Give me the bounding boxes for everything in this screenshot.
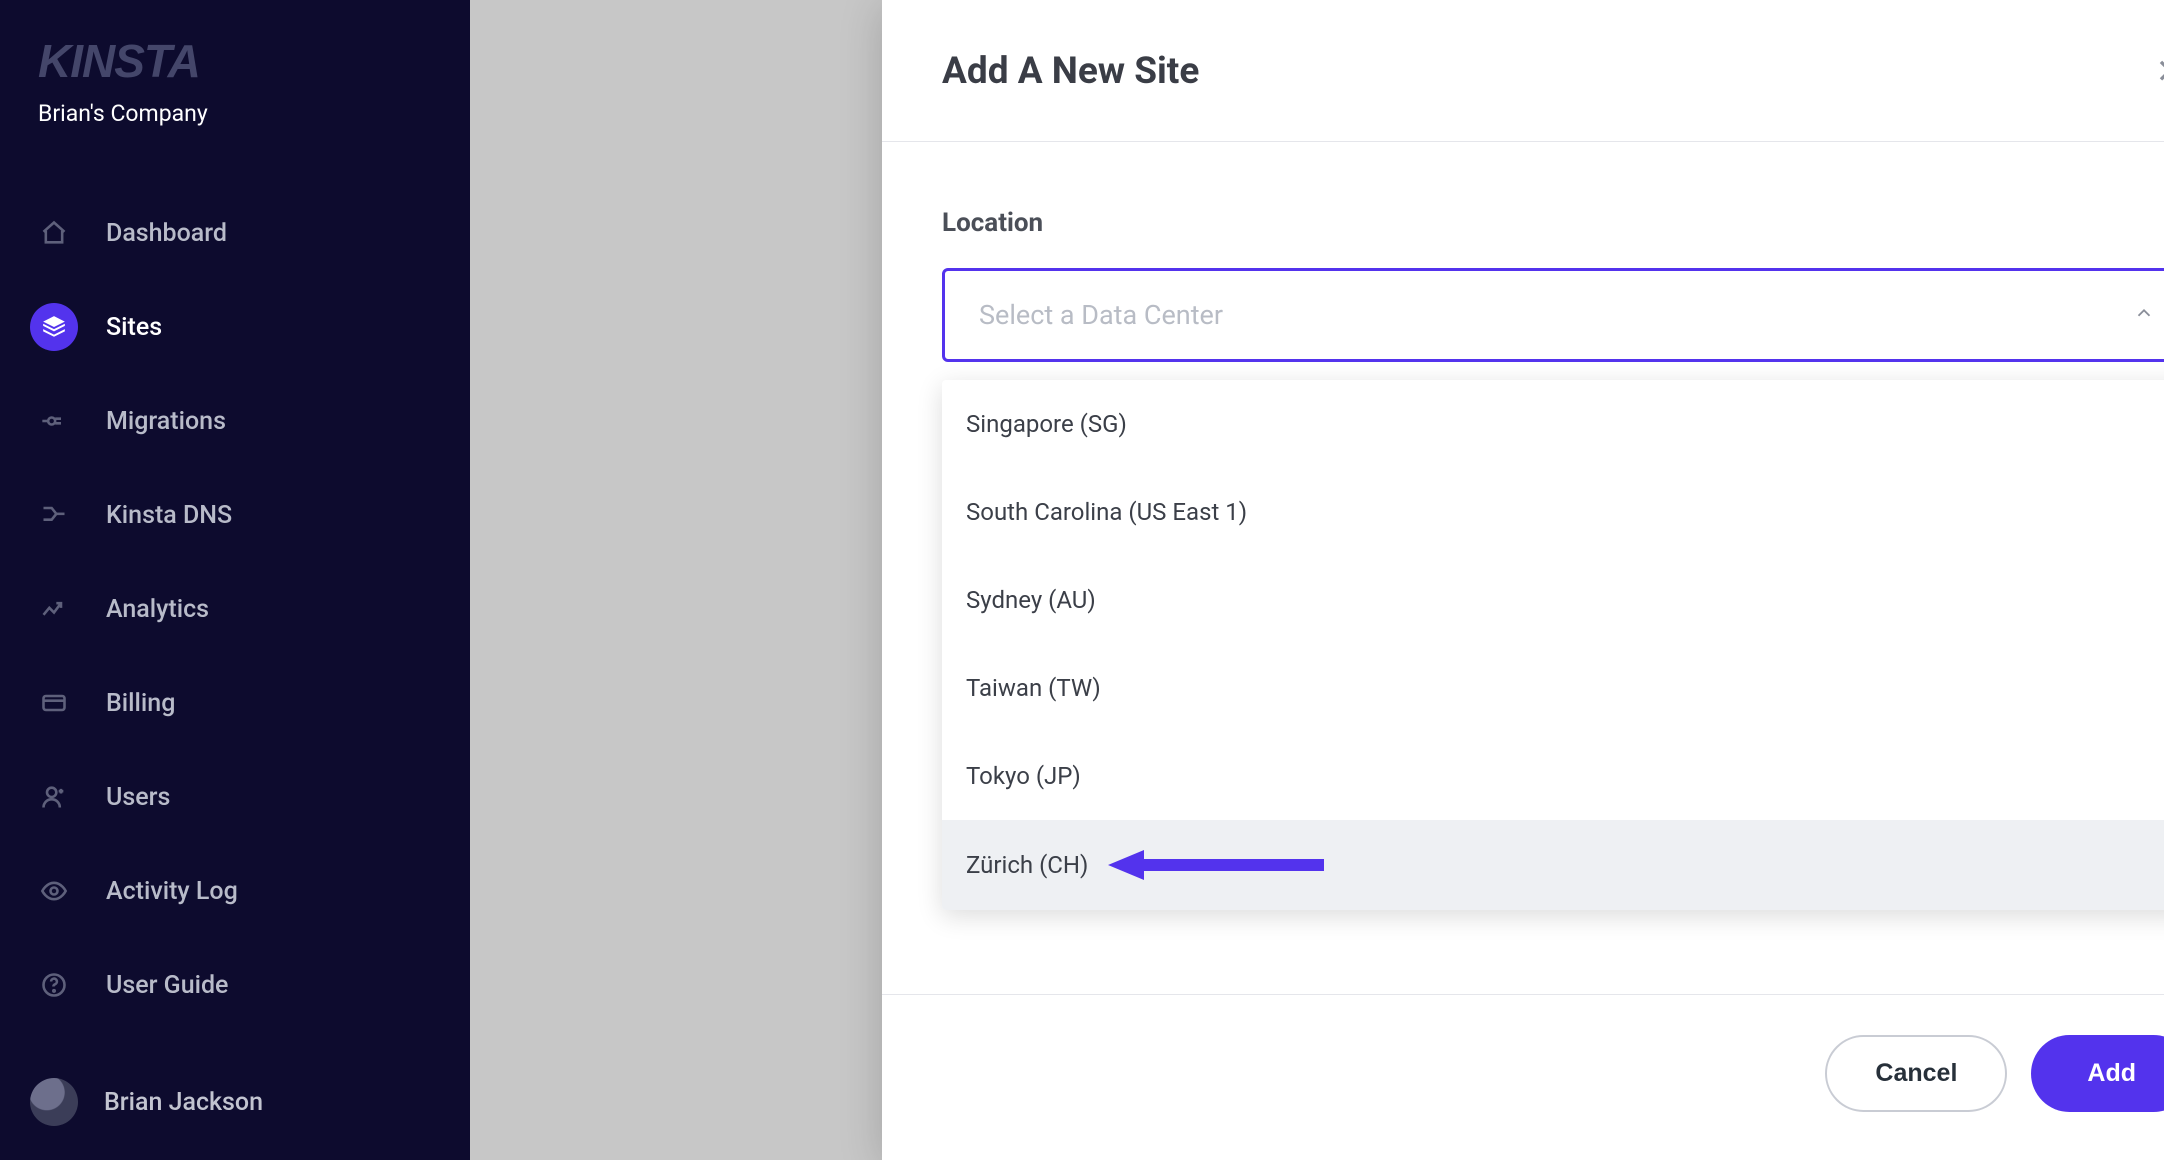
arrow-left-icon: [1108, 850, 1328, 880]
add-site-modal: Add A New Site ✕ Location Select a Data …: [882, 0, 2164, 1160]
option-label: Singapore (SG): [966, 410, 1127, 438]
card-icon: [30, 679, 78, 727]
eye-icon: [30, 867, 78, 915]
dropdown-option[interactable]: Sydney (AU): [942, 556, 2164, 644]
modal-title: Add A New Site: [942, 50, 1199, 93]
route-icon: [30, 491, 78, 539]
add-button[interactable]: Add: [2031, 1035, 2164, 1112]
dropdown-option[interactable]: Zürich (CH): [942, 820, 2164, 910]
sidebar-item-users[interactable]: Users: [0, 751, 470, 843]
cancel-button[interactable]: Cancel: [1825, 1035, 2007, 1112]
company-name: Brian's Company: [0, 100, 470, 167]
avatar: [30, 1078, 78, 1126]
option-label: Taiwan (TW): [966, 674, 1101, 702]
main-content: Add Site Export to CSV DISK USAGE 981.94…: [470, 0, 2164, 1160]
sidebar-item-label: Users: [106, 783, 170, 812]
sidebar-item-label: Kinsta DNS: [106, 501, 232, 530]
sidebar-item-billing[interactable]: Billing: [0, 657, 470, 749]
sidebar-item-migrations[interactable]: Migrations: [0, 375, 470, 467]
dropdown-option[interactable]: Tokyo (JP): [942, 732, 2164, 820]
option-label: Tokyo (JP): [966, 762, 1081, 790]
sidebar-item-dashboard[interactable]: Dashboard: [0, 187, 470, 279]
sidebar-item-guide[interactable]: User Guide: [0, 939, 470, 1031]
sidebar-item-label: Billing: [106, 689, 175, 718]
sidebar-item-label: Sites: [106, 313, 162, 342]
plug-icon: [30, 397, 78, 445]
option-label: Zürich (CH): [966, 851, 1088, 879]
select-placeholder: Select a Data Center: [979, 299, 1223, 331]
chevron-up-icon: [2133, 302, 2155, 328]
datacenter-select[interactable]: Select a Data Center: [942, 268, 2164, 362]
user-plus-icon: [30, 773, 78, 821]
user-name: Brian Jackson: [104, 1088, 263, 1117]
option-label: Sydney (AU): [966, 586, 1096, 614]
dropdown-option[interactable]: Taiwan (TW): [942, 644, 2164, 732]
layers-icon: [30, 303, 78, 351]
help-icon: [30, 961, 78, 1009]
sidebar-item-dns[interactable]: Kinsta DNS: [0, 469, 470, 561]
datacenter-dropdown: Singapore (SG) South Carolina (US East 1…: [942, 380, 2164, 910]
sidebar-item-label: Analytics: [106, 595, 209, 624]
dropdown-option[interactable]: Singapore (SG): [942, 380, 2164, 468]
sidebar-item-label: Dashboard: [106, 219, 227, 248]
sidebar-item-analytics[interactable]: Analytics: [0, 563, 470, 655]
close-icon[interactable]: ✕: [2156, 52, 2164, 92]
house-icon: [30, 209, 78, 257]
sidebar-item-sites[interactable]: Sites: [0, 281, 470, 373]
sidebar-item-label: Migrations: [106, 407, 226, 436]
sidebar-item-label: Activity Log: [106, 877, 238, 906]
sidebar-item-label: User Guide: [106, 971, 228, 1000]
brand-logo: KINSTA: [38, 34, 432, 88]
sidebar-footer[interactable]: Brian Jackson: [0, 1054, 470, 1160]
trend-icon: [30, 585, 78, 633]
sidebar: KINSTA Brian's Company Dashboard Sites: [0, 0, 470, 1160]
sidebar-nav: Dashboard Sites Migrations Kinsta DNS: [0, 187, 470, 1031]
sidebar-item-activity[interactable]: Activity Log: [0, 845, 470, 937]
option-label: South Carolina (US East 1): [966, 498, 1247, 526]
dropdown-option[interactable]: South Carolina (US East 1): [942, 468, 2164, 556]
location-label: Location: [942, 208, 2164, 238]
